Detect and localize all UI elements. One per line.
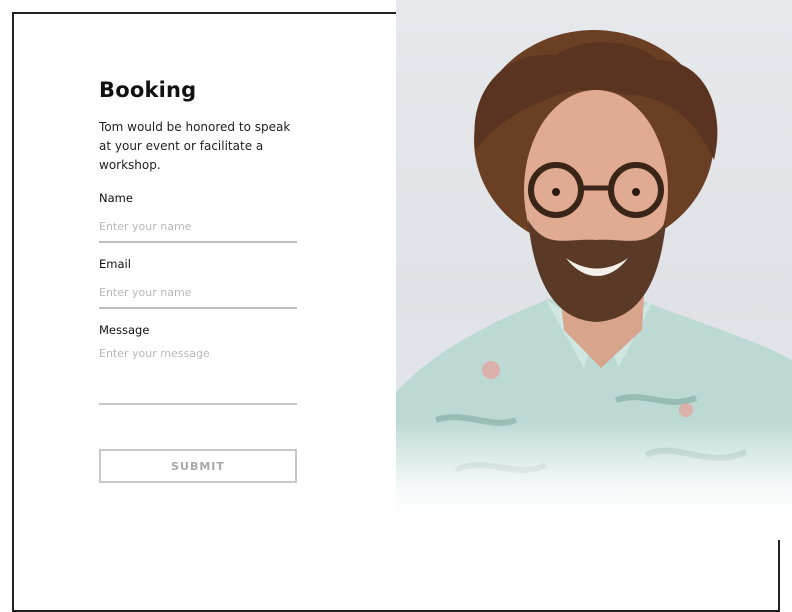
booking-form: Booking Tom would be honored to speak at… [99,78,297,483]
booking-title: Booking [99,78,197,102]
submit-button[interactable]: SUBMIT [99,449,297,483]
email-label: Email [99,257,131,271]
message-label: Message [99,323,150,337]
name-input[interactable] [99,220,297,243]
portrait-photo [396,0,792,540]
booking-description: Tom would be honored to speak at your ev… [99,120,291,172]
message-textarea[interactable] [99,347,297,405]
name-label: Name [99,191,133,205]
email-input[interactable] [99,286,297,309]
portrait-illustration [396,30,792,540]
